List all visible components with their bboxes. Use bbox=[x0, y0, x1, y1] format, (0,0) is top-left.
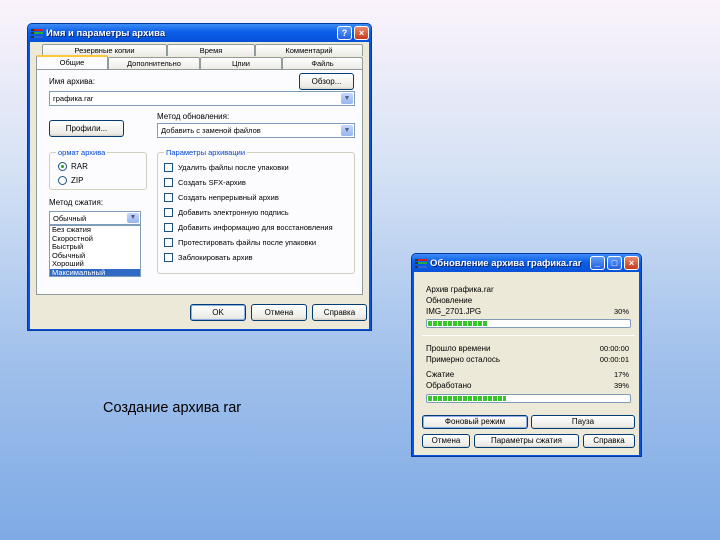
checkbox-unchecked-icon bbox=[164, 223, 173, 232]
chevron-down-icon[interactable]: ▼ bbox=[341, 125, 353, 136]
divider bbox=[422, 335, 635, 336]
ratio-label: Сжатие bbox=[426, 370, 455, 379]
current-file-percent: 30% bbox=[613, 307, 629, 316]
option-label: Заблокировать архив bbox=[178, 253, 253, 262]
checkbox-unchecked-icon bbox=[164, 178, 173, 187]
option-label: Удалить файлы после упаковки bbox=[178, 163, 289, 172]
option-label: Протестировать файлы после упаковки bbox=[178, 238, 317, 247]
progress-window-title: Обновление архива графика.rar bbox=[430, 257, 582, 269]
profiles-button[interactable]: Профили... bbox=[49, 120, 124, 137]
option-label: Добавить электронную подпись bbox=[178, 208, 289, 217]
option-label: Создать SFX-архив bbox=[178, 178, 246, 187]
current-file-name: IMG_2701.JPG bbox=[426, 307, 482, 316]
compression-method-value: Обычный bbox=[53, 214, 87, 223]
format-rar-label: RAR bbox=[71, 162, 88, 171]
archive-options-client: Резервные копии Время Комментарий Общие … bbox=[30, 42, 369, 329]
ratio-value: 17% bbox=[613, 370, 629, 379]
total-progress-fill bbox=[428, 396, 507, 401]
remaining-label: Примерно осталось bbox=[426, 355, 501, 364]
cancel-button[interactable]: Отмена bbox=[251, 304, 307, 321]
archiving-options-group: Параметры архивации Удалить файлы после … bbox=[157, 148, 355, 274]
tab-options[interactable]: Цпии bbox=[200, 57, 282, 69]
action-line: Обновление bbox=[426, 296, 473, 305]
help-button[interactable]: Справка bbox=[583, 434, 635, 448]
option-delete-after-checkbox[interactable]: Удалить файлы после упаковки bbox=[164, 163, 289, 172]
tab-general[interactable]: Общие bbox=[36, 55, 108, 69]
close-window-button[interactable]: × bbox=[624, 256, 639, 270]
slide-caption: Создание архива rar bbox=[103, 400, 242, 416]
compression-method-select[interactable]: Обычный ▼ bbox=[49, 211, 141, 225]
archive-options-window: Имя и параметры архива ? × Резервные коп… bbox=[27, 23, 372, 331]
tab-advanced[interactable]: Дополнительно bbox=[108, 57, 200, 69]
help-button[interactable]: Справка bbox=[312, 304, 367, 321]
compression-method-dropdown-list[interactable]: Без сжатия Скоростной Быстрый Обычный Хо… bbox=[49, 225, 141, 277]
progress-client: Архив графика.rar Обновление IMG_2701.JP… bbox=[414, 272, 639, 455]
processed-value: 39% bbox=[613, 381, 629, 390]
minimize-window-button[interactable]: _ bbox=[590, 256, 605, 270]
archive-name-label: Имя архива: bbox=[49, 77, 95, 86]
radio-unchecked-icon bbox=[58, 176, 67, 185]
winrar-app-icon bbox=[415, 258, 427, 269]
file-progress-fill bbox=[428, 321, 489, 326]
option-label: Создать непрерывный архив bbox=[178, 193, 279, 202]
archive-name-input[interactable]: графика.rar ▼ bbox=[49, 91, 355, 106]
chevron-down-icon[interactable]: ▼ bbox=[341, 93, 353, 104]
checkbox-unchecked-icon bbox=[164, 238, 173, 247]
cancel-button[interactable]: Отмена bbox=[422, 434, 470, 448]
compression-params-button[interactable]: Параметры сжатия bbox=[474, 434, 579, 448]
maximize-window-button[interactable]: □ bbox=[607, 256, 622, 270]
browse-button[interactable]: Обзор... bbox=[299, 73, 354, 90]
elapsed-label: Прошло времени bbox=[426, 344, 491, 353]
option-lock-checkbox[interactable]: Заблокировать архив bbox=[164, 253, 253, 262]
compression-option-selected[interactable]: Максимальный bbox=[50, 268, 140, 276]
file-progress-bar bbox=[426, 319, 631, 328]
window-title: Имя и параметры архива bbox=[46, 27, 166, 39]
general-tab-panel: Имя архива: Обзор... графика.rar ▼ Метод… bbox=[36, 69, 363, 295]
option-label: Добавить информацию для восстановления bbox=[178, 223, 333, 232]
close-window-button[interactable]: × bbox=[354, 26, 369, 40]
tab-time[interactable]: Время bbox=[167, 44, 255, 56]
radio-checked-icon bbox=[58, 162, 67, 171]
compression-method-label: Метод сжатия: bbox=[49, 198, 104, 207]
chevron-down-icon[interactable]: ▼ bbox=[127, 213, 139, 223]
format-rar-radio[interactable]: RAR bbox=[58, 162, 88, 171]
archive-name-value: графика.rar bbox=[53, 94, 94, 103]
total-progress-bar bbox=[426, 394, 631, 403]
processed-label: Обработано bbox=[426, 381, 472, 390]
format-zip-label: ZIP bbox=[71, 176, 84, 185]
archiving-options-group-label: Параметры архивации bbox=[164, 148, 248, 157]
help-window-button[interactable]: ? bbox=[337, 26, 352, 40]
update-method-label: Метод обновления: bbox=[157, 112, 230, 121]
archive-line: Архив графика.rar bbox=[426, 285, 494, 294]
option-sfx-checkbox[interactable]: Создать SFX-архив bbox=[164, 178, 246, 187]
update-method-select[interactable]: Добавить с заменой файлов ▼ bbox=[157, 123, 355, 138]
format-zip-radio[interactable]: ZIP bbox=[58, 176, 83, 185]
option-solid-checkbox[interactable]: Создать непрерывный архив bbox=[164, 193, 279, 202]
progress-window: Обновление архива графика.rar _ □ × Архи… bbox=[411, 253, 642, 457]
tab-comment[interactable]: Комментарий bbox=[255, 44, 363, 56]
checkbox-unchecked-icon bbox=[164, 253, 173, 262]
checkbox-unchecked-icon bbox=[164, 163, 173, 172]
tab-files[interactable]: Файль bbox=[282, 57, 363, 69]
archive-options-titlebar[interactable]: Имя и параметры архива ? × bbox=[28, 24, 371, 42]
archive-format-group: ормат архива RAR ZIP bbox=[49, 148, 147, 190]
archive-format-group-label: ормат архива bbox=[56, 148, 108, 157]
option-signature-checkbox[interactable]: Добавить электронную подпись bbox=[164, 208, 289, 217]
winrar-app-icon bbox=[31, 28, 43, 39]
ok-button[interactable]: OK bbox=[190, 304, 246, 321]
option-recovery-checkbox[interactable]: Добавить информацию для восстановления bbox=[164, 223, 333, 232]
checkbox-unchecked-icon bbox=[164, 208, 173, 217]
pause-button[interactable]: Пауза bbox=[531, 415, 635, 429]
checkbox-unchecked-icon bbox=[164, 193, 173, 202]
update-method-value: Добавить с заменой файлов bbox=[161, 126, 261, 135]
elapsed-value: 00:00:00 bbox=[599, 344, 629, 353]
progress-titlebar[interactable]: Обновление архива графика.rar _ □ × bbox=[412, 254, 641, 272]
remaining-value: 00:00:01 bbox=[599, 355, 629, 364]
option-test-checkbox[interactable]: Протестировать файлы после упаковки bbox=[164, 238, 316, 247]
background-mode-button[interactable]: Фоновый режим bbox=[422, 415, 528, 429]
